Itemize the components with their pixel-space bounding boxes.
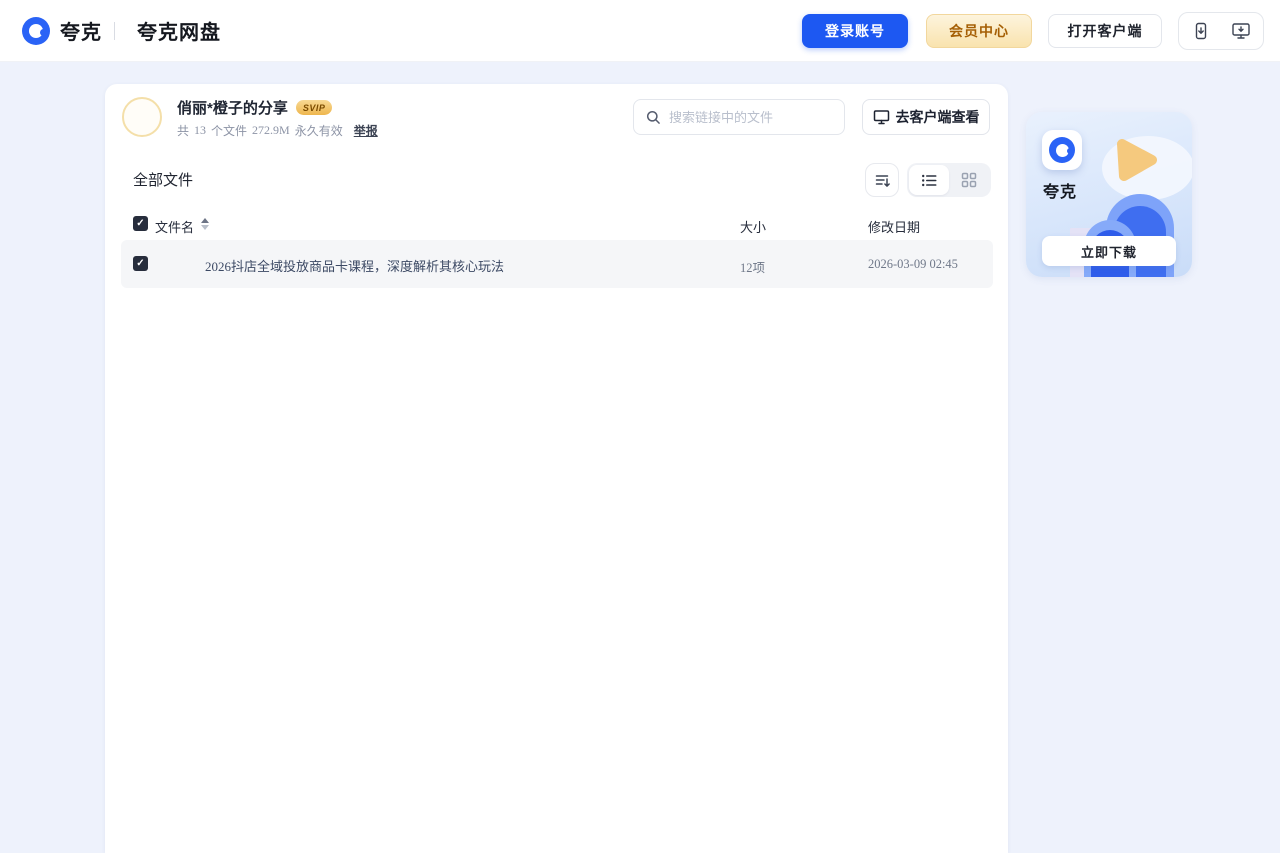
file-name[interactable]: 2026抖店全域投放商品卡课程，深度解析其核心玩法 [205,256,504,275]
column-header-date: 修改日期 [868,220,921,235]
open-client-button[interactable]: 打开客户端 [1048,13,1162,48]
svip-badge: SVIP [295,100,333,115]
count-suffix: 个文件 [211,124,248,138]
list-view-icon [921,174,936,186]
file-date: 2026-03-09 02:45 [868,257,958,271]
column-header-name: 文件名 [155,220,195,235]
select-all-checkbox[interactable]: ✓ [133,216,148,231]
total-size: 272.9M [252,123,290,137]
promo-app-name: 夸克 [1043,184,1078,201]
all-files-heading: 全部文件 [133,172,194,189]
download-apps-group [1178,11,1264,50]
view-in-client-button[interactable]: 去客户端查看 [862,99,990,135]
table-row[interactable]: ✓ 2026抖店全域投放商品卡课程，深度解析其核心玩法 12项 2026-03-… [121,240,993,288]
view-in-client-label: 去客户端查看 [895,109,980,125]
product-name: 夸克网盘 [137,22,221,44]
view-mode-segment [907,163,991,197]
validity-label: 永久有效 [294,124,343,138]
file-count: 13 [194,123,207,137]
brand-name: 夸克 [60,22,102,44]
download-now-button[interactable]: 立即下载 [1042,236,1176,266]
desktop-download-icon[interactable] [1231,21,1251,41]
file-size: 12项 [740,261,766,275]
row-checkbox[interactable]: ✓ [133,256,148,271]
share-stats: 共 13 个文件 272.9M 永久有效 举报 [177,122,378,139]
app-promo-card: 夸克 立即下载 [1026,112,1192,277]
folder-icon-placeholder [163,252,193,276]
column-sort-carets[interactable] [201,218,209,230]
sort-button[interactable] [865,163,899,197]
search-input[interactable] [669,109,845,125]
table-header: ✓ 文件名 大小 修改日期 [105,210,1008,240]
search-icon [646,110,661,125]
column-header-size: 大小 [740,220,767,235]
report-link[interactable]: 举报 [354,122,378,139]
sort-icon [875,175,890,187]
quark-logo-icon [22,16,50,45]
top-navigation-bar: 夸克 夸克网盘 登录账号 会员中心 打开客户端 [0,0,1280,62]
grid-view-toggle[interactable] [949,165,989,195]
quark-logo-icon [1049,137,1075,163]
count-label: 共 [177,124,190,138]
share-content-card: 俏丽*橙子的分享 SVIP 共 13 个文件 272.9M 永久有效 举报 去客… [105,84,1008,853]
search-box[interactable] [633,99,845,135]
login-button[interactable]: 登录账号 [802,13,908,48]
share-title: 俏丽*橙子的分享 [177,100,288,117]
grid-view-icon [961,172,977,188]
brand-divider [114,21,115,40]
monitor-icon [873,109,890,125]
sharer-avatar [122,97,162,137]
phone-download-icon[interactable] [1191,21,1211,41]
quark-app-icon [1042,130,1082,170]
member-center-button[interactable]: 会员中心 [926,13,1032,48]
list-view-toggle[interactable] [909,165,949,195]
